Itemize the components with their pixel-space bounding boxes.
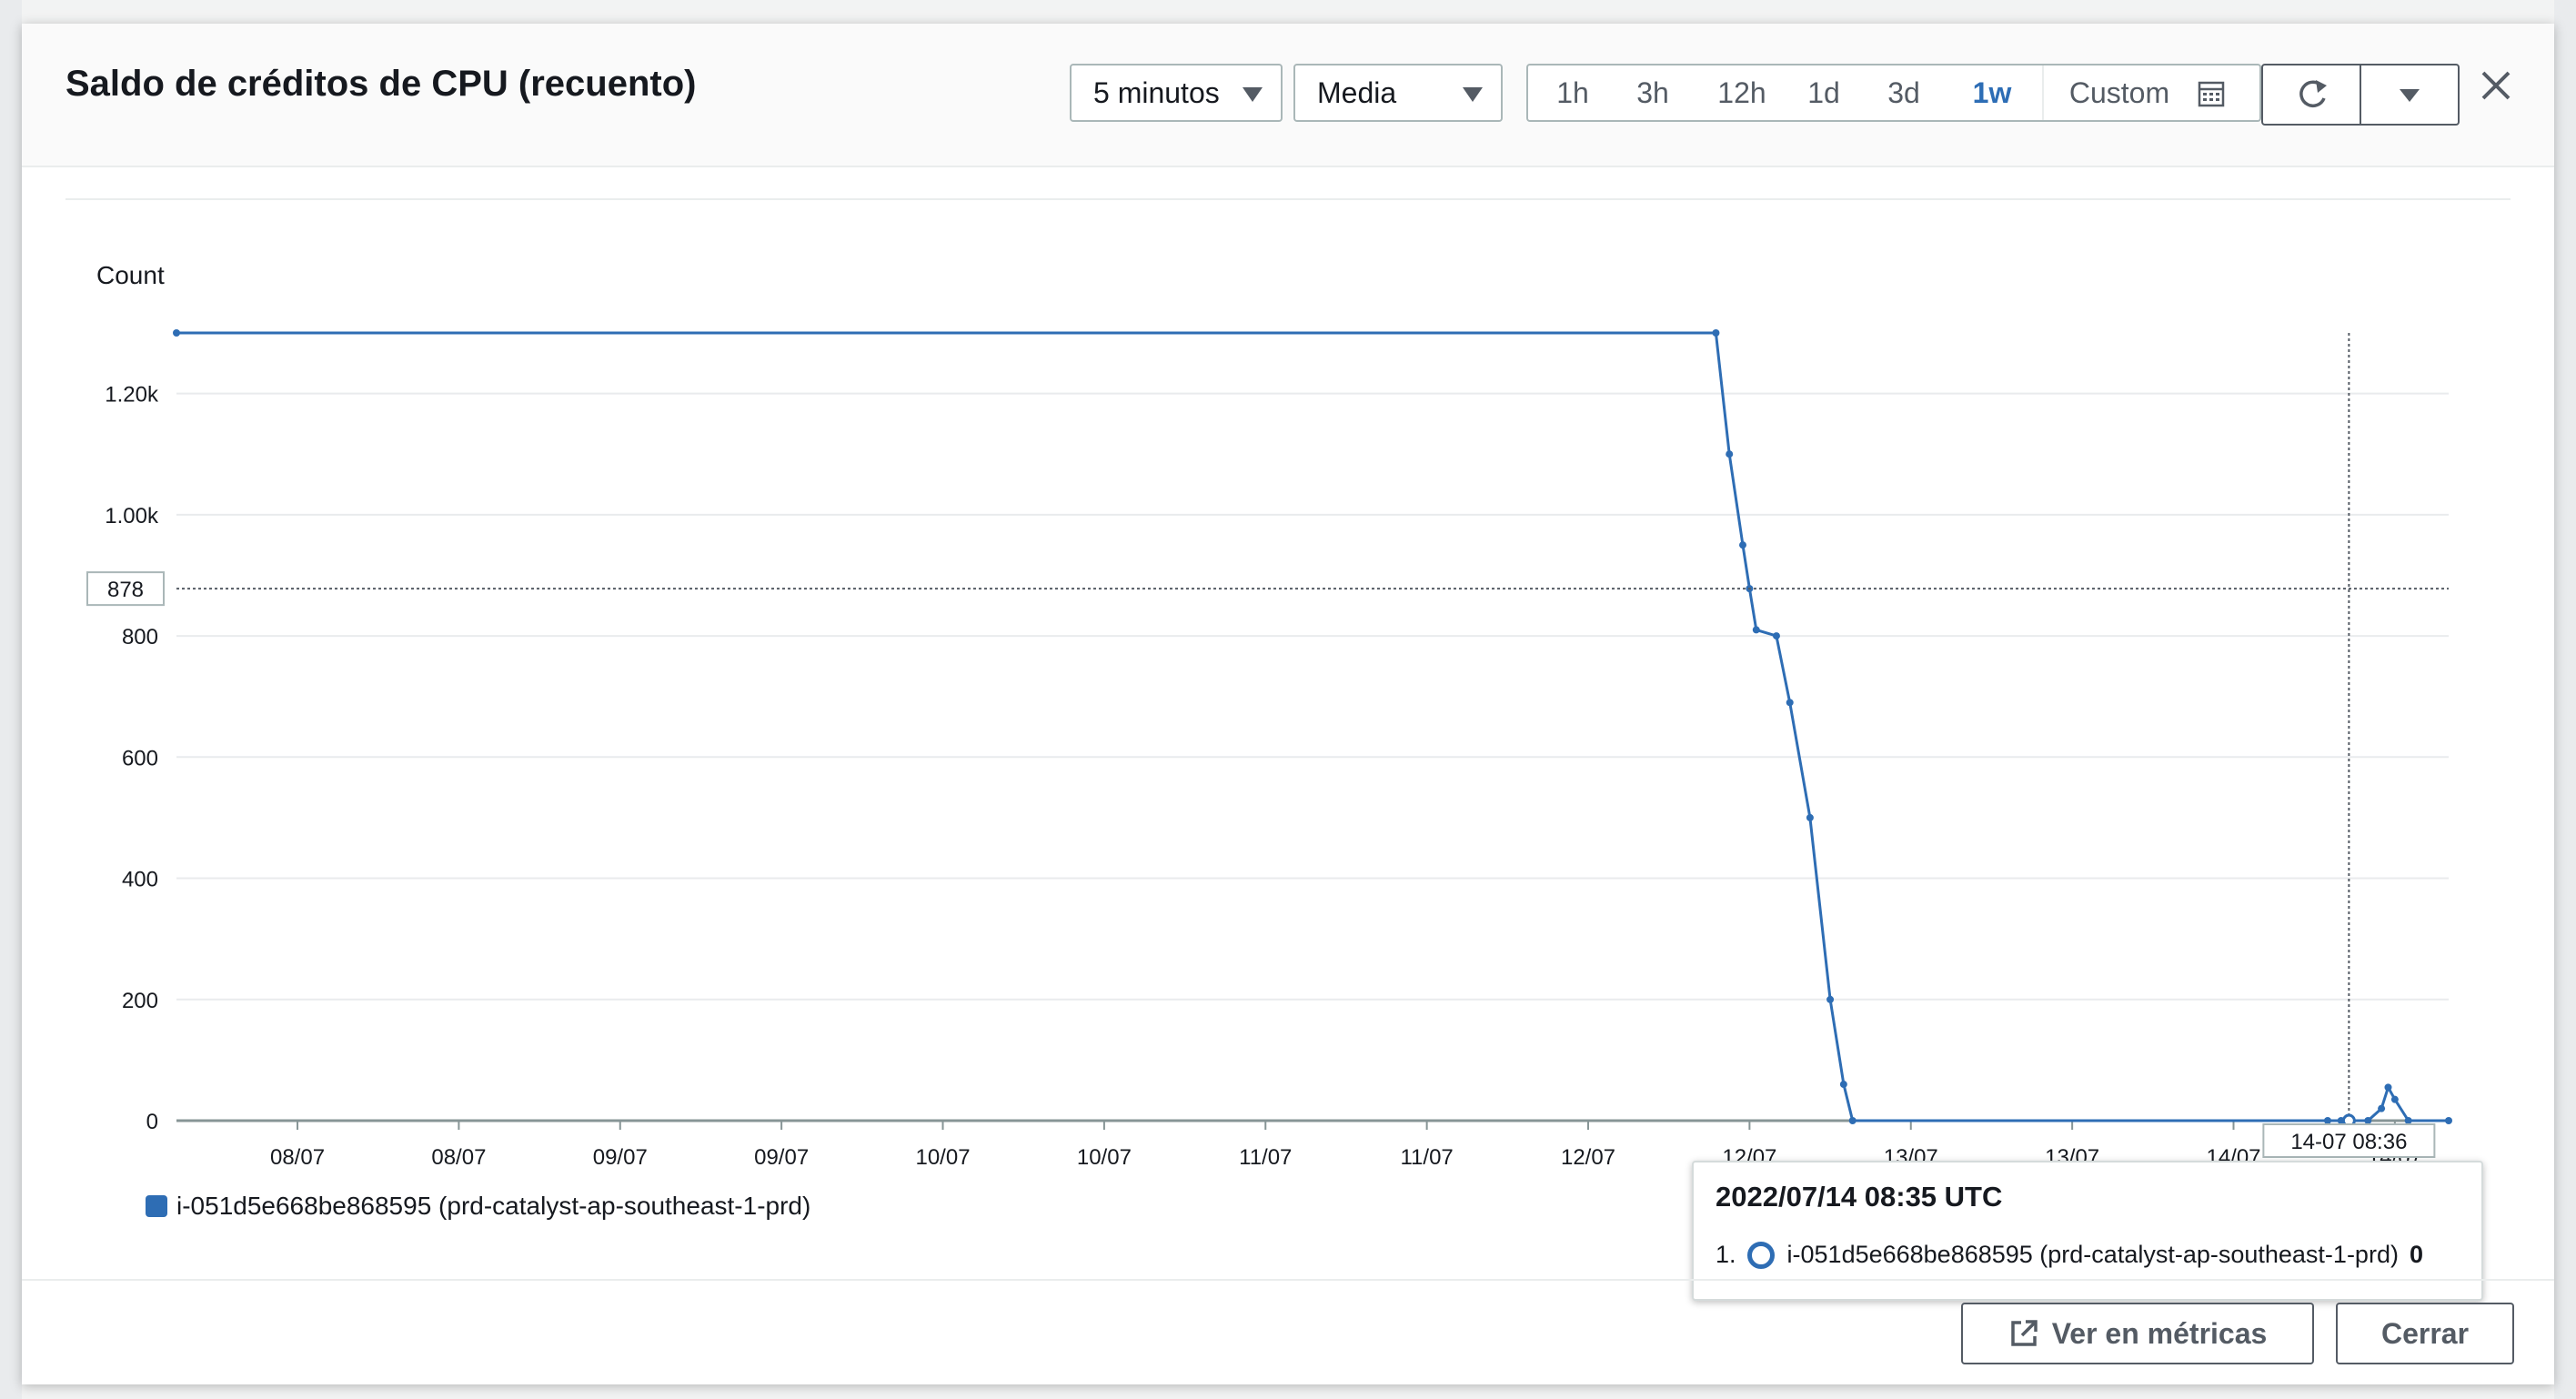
tooltip-index: 1. <box>1716 1241 1736 1268</box>
x-tick-label: 09/07 <box>593 1145 648 1170</box>
tooltip-value: 0 <box>2409 1241 2423 1268</box>
series-marker-icon <box>1746 1241 1775 1269</box>
y-tick-label: 600 <box>122 746 158 770</box>
legend-swatch <box>146 1195 167 1217</box>
x-tick-label: 08/07 <box>431 1145 486 1170</box>
footer-divider <box>22 1279 2554 1281</box>
data-point <box>2445 1117 2452 1124</box>
data-point <box>2323 1117 2331 1124</box>
data-point <box>2378 1104 2386 1112</box>
x-tick-label: 08/07 <box>270 1145 325 1170</box>
view-in-metrics-button[interactable]: Ver en métricas <box>1961 1303 2314 1364</box>
x-tick-label: 11/07 <box>1239 1145 1292 1170</box>
data-point <box>1712 329 1720 337</box>
data-point <box>1786 699 1794 707</box>
y-tick-label: 0 <box>146 1110 158 1134</box>
y-axis-title: Count <box>96 261 165 289</box>
data-point <box>1848 1117 1857 1124</box>
tooltip-row: 1. i-051d5e668be868595 (prd-catalyst-ap-… <box>1716 1241 2423 1269</box>
backdrop-right <box>2554 0 2576 1399</box>
x-tick-label: 11/07 <box>1400 1145 1453 1170</box>
legend-series-label: i-051d5e668be868595 (prd-catalyst-ap-sou… <box>176 1192 811 1220</box>
y-tick-label: 1.20k <box>105 383 159 408</box>
data-point <box>1738 541 1746 549</box>
data-point <box>2390 1095 2399 1103</box>
data-point <box>1826 995 1835 1003</box>
y-tick-label: 800 <box>122 625 158 649</box>
crosshair-x-label: 14-07 08:36 <box>2290 1130 2407 1154</box>
data-point <box>1806 813 1814 821</box>
data-point <box>2404 1117 2412 1124</box>
y-tick-label: 1.00k <box>105 504 159 528</box>
crosshair-y-label: 878 <box>107 578 144 602</box>
x-tick-label: 10/07 <box>1077 1145 1132 1170</box>
metric-modal: Saldo de créditos de CPU (recuento) 5 mi… <box>22 24 2554 1384</box>
cpu-credit-balance-chart: Count 0 200 400 600 800 1.00k 1.20k 08/07 08/07 0… <box>86 261 2452 1170</box>
data-point <box>1772 632 1780 640</box>
view-in-metrics-label: Ver en métricas <box>2051 1317 2268 1350</box>
series-line <box>176 331 2449 1122</box>
data-point <box>1752 626 1760 634</box>
tooltip-timestamp: 2022/07/14 08:35 UTC <box>1716 1181 2003 1213</box>
tooltip-series-name: i-051d5e668be868595 (prd-catalyst-ap-sou… <box>1786 1241 2399 1268</box>
y-tick-label: 200 <box>122 989 158 1013</box>
data-point <box>2364 1117 2372 1124</box>
close-button-label: Cerrar <box>2380 1317 2470 1350</box>
close-button[interactable]: Cerrar <box>2336 1303 2514 1364</box>
x-tick-label: 10/07 <box>915 1145 970 1170</box>
y-tick-label: 400 <box>122 868 158 892</box>
x-tick-label: 09/07 <box>754 1145 809 1170</box>
data-point <box>2384 1083 2392 1092</box>
x-tick-label: 12/07 <box>1561 1145 1615 1170</box>
external-link-icon <box>2010 1320 2038 1346</box>
backdrop-left <box>0 0 22 1399</box>
data-point <box>1726 450 1734 458</box>
data-point <box>173 329 180 337</box>
chart-legend[interactable]: i-051d5e668be868595 (prd-catalyst-ap-sou… <box>146 1188 810 1224</box>
data-point <box>1839 1081 1847 1089</box>
